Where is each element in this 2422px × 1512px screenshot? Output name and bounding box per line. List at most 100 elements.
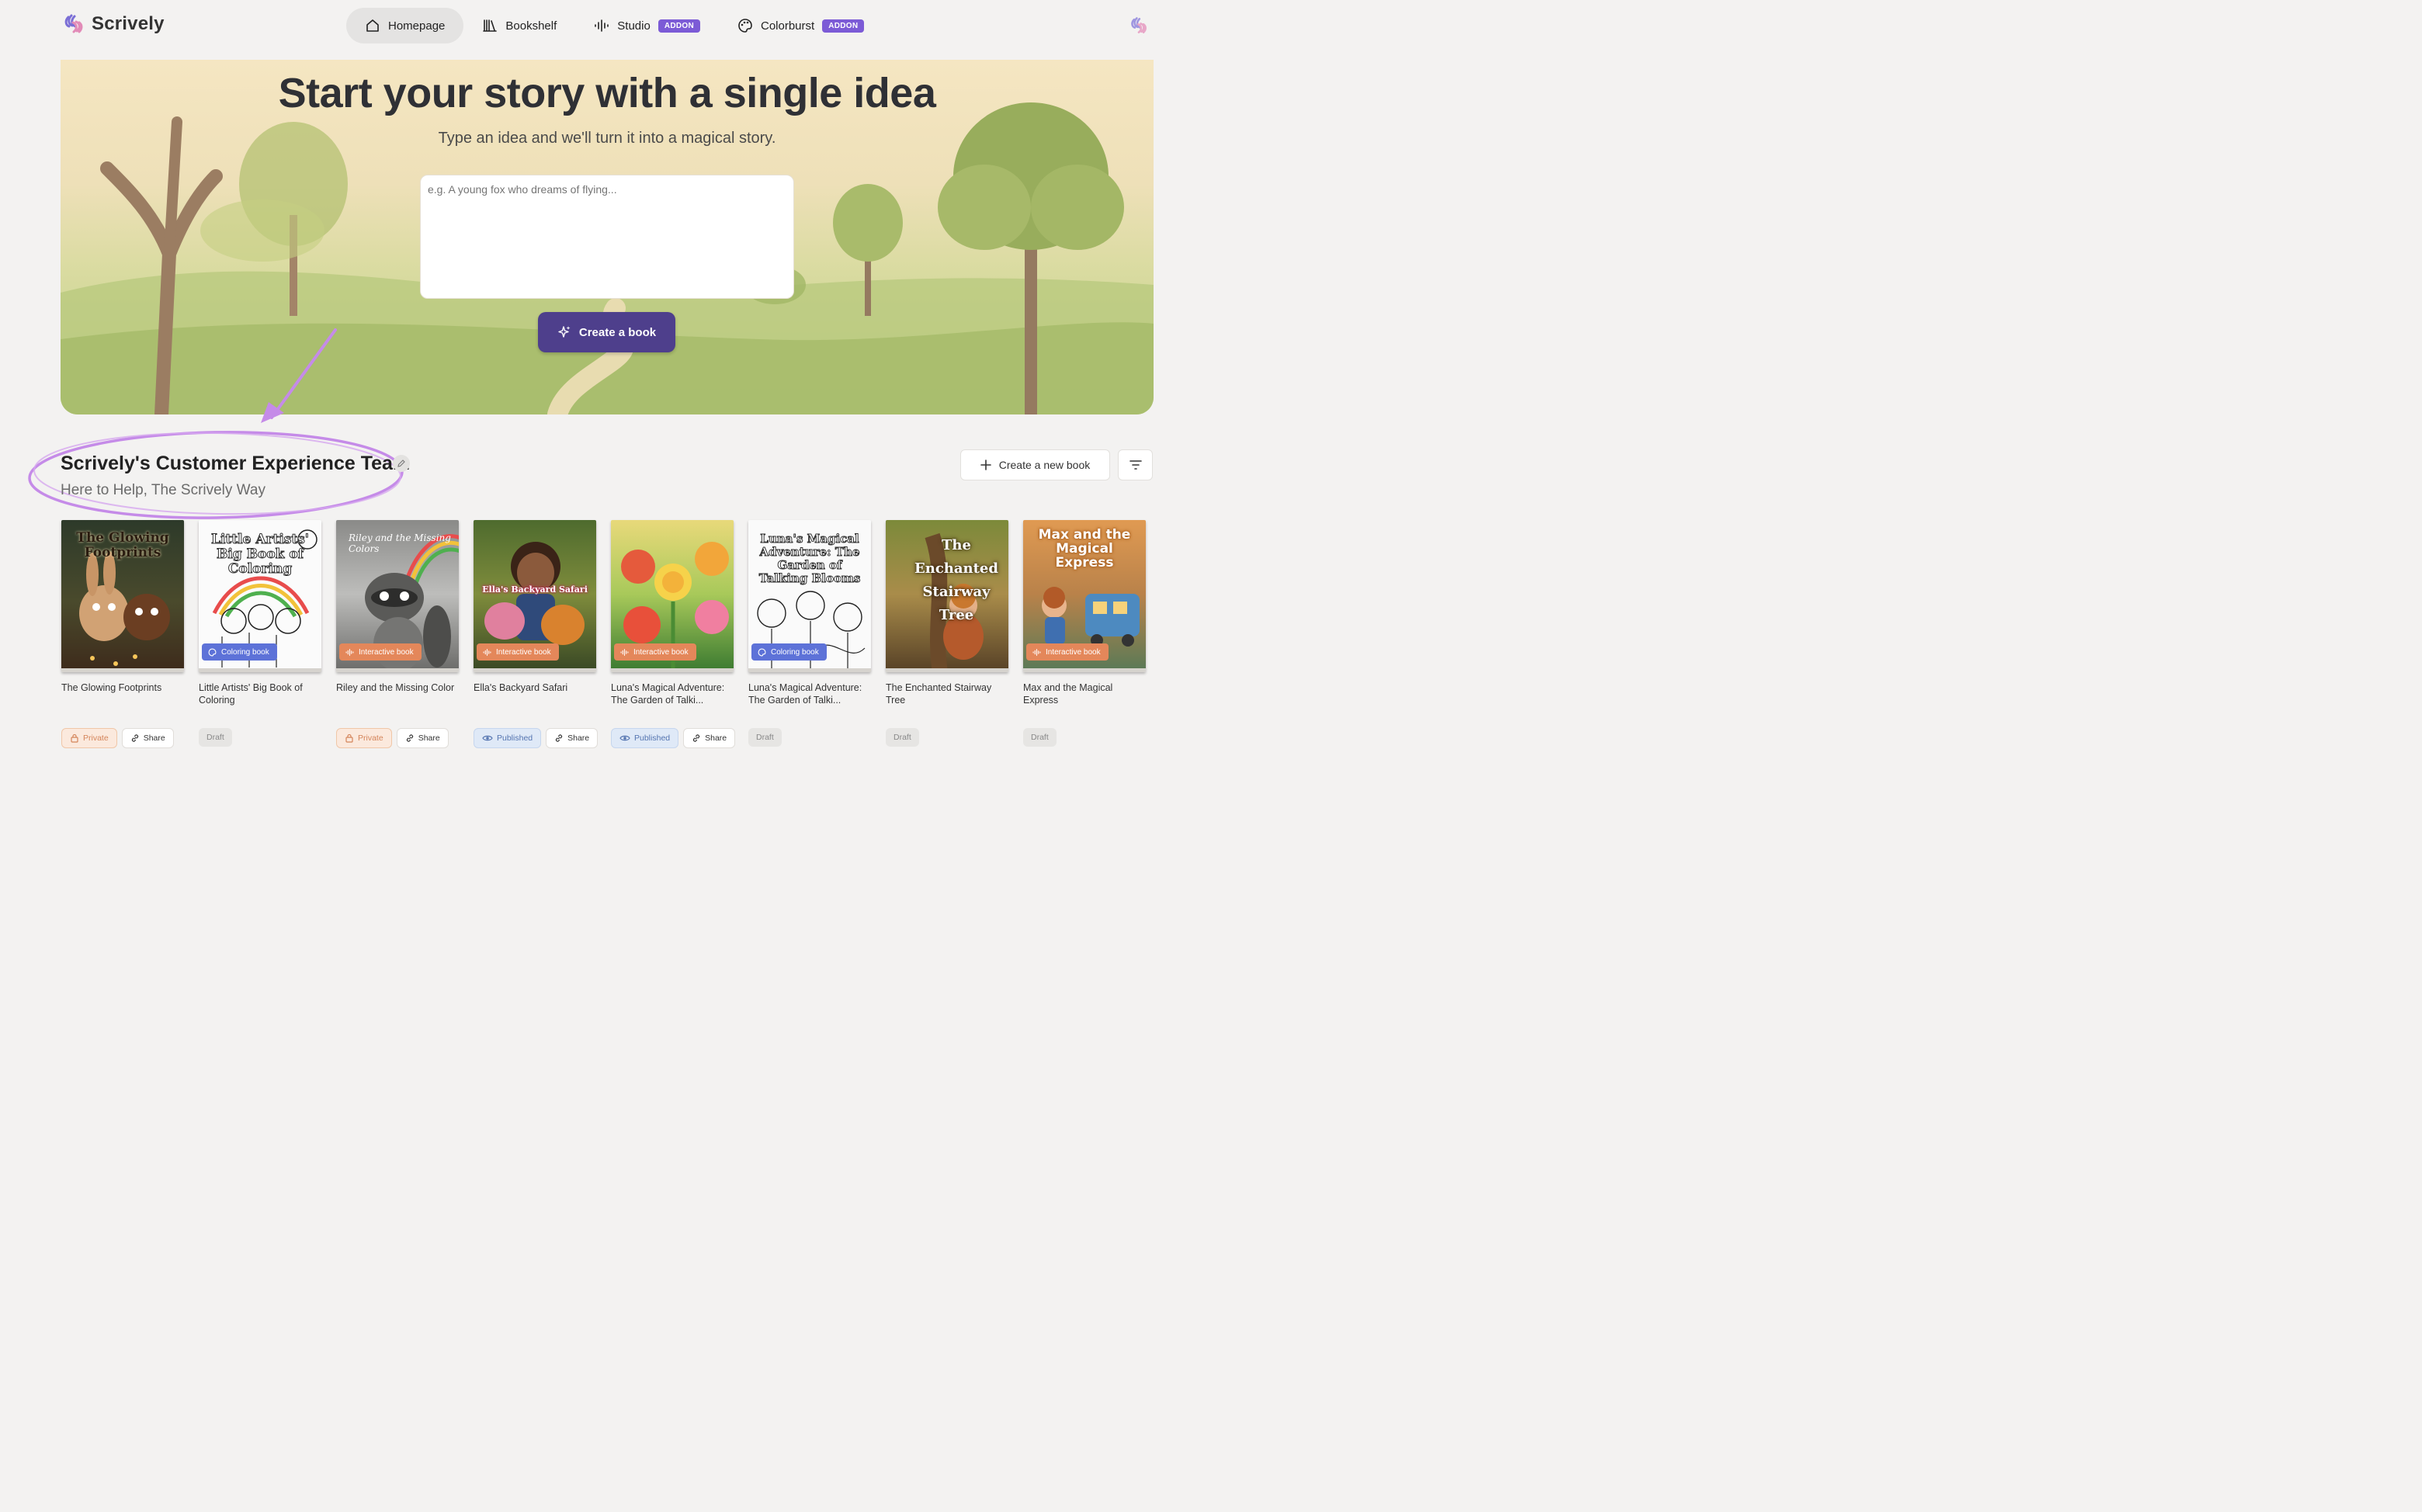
- share-label: Share: [418, 733, 440, 743]
- lock-icon: [71, 733, 78, 743]
- status-label: Draft: [894, 733, 911, 742]
- story-idea-input[interactable]: [420, 175, 794, 299]
- cover-title: Ella's Backyard Safari: [482, 584, 588, 595]
- nav-studio[interactable]: Studio ADDON: [575, 8, 719, 43]
- status-label: Private: [83, 733, 109, 743]
- link-icon: [406, 734, 413, 742]
- palette-icon: [208, 648, 217, 656]
- palette-icon: [758, 648, 766, 656]
- addon-badge: ADDON: [658, 19, 700, 33]
- link-icon: [131, 734, 138, 742]
- share-button[interactable]: Share: [546, 728, 599, 748]
- private-status-badge[interactable]: Private: [336, 728, 392, 748]
- lock-icon: [345, 733, 353, 743]
- filter-icon: [1129, 460, 1142, 470]
- interactive-book-badge: Interactive book: [339, 643, 422, 661]
- book-card[interactable]: The Enchanted Stairway Tree The Enchante…: [886, 520, 1010, 747]
- addon-badge: ADDON: [822, 19, 865, 33]
- draft-status-badge: Draft: [886, 728, 919, 747]
- coloring-book-badge: Coloring book: [751, 643, 827, 661]
- book-title: Max and the Magical Express: [1023, 682, 1113, 706]
- books-icon: [483, 19, 498, 32]
- book-cover[interactable]: Little Artists' Big Book of Coloring Col…: [199, 520, 321, 672]
- book-title: Luna's Magical Adventure: The Garden of …: [611, 682, 725, 706]
- create-book-label: Create a book: [578, 325, 657, 339]
- share-label: Share: [705, 733, 727, 743]
- book-actions: Draft: [748, 728, 873, 747]
- eye-icon: [482, 735, 493, 741]
- nav-homepage[interactable]: Homepage: [346, 8, 464, 43]
- nav-colorburst[interactable]: Colorburst ADDON: [719, 8, 883, 43]
- nav-label: Homepage: [388, 19, 446, 33]
- book-title: Riley and the Missing Color: [336, 682, 455, 693]
- book-actions: Published Share: [611, 728, 736, 748]
- coloring-book-badge: Coloring book: [202, 643, 277, 661]
- scrively-logo-icon: [64, 14, 83, 33]
- draft-status-badge: Draft: [1023, 728, 1057, 747]
- book-title: Luna's Magical Adventure: The Garden of …: [748, 682, 862, 706]
- share-button[interactable]: Share: [396, 728, 449, 748]
- book-cover[interactable]: Ella's Backyard Safari Interactive book: [474, 520, 596, 672]
- account-menu-button[interactable]: [1129, 16, 1149, 40]
- cover-title: The Glowing Footprints: [76, 530, 169, 560]
- audio-wave-icon: [620, 648, 629, 656]
- book-card[interactable]: Luna's Magical Adventure: The Garden of …: [748, 520, 873, 747]
- team-subtitle: Here to Help, The Scrively Way: [61, 482, 265, 498]
- private-status-badge[interactable]: Private: [61, 728, 117, 748]
- draft-status-badge: Draft: [748, 728, 782, 747]
- create-new-book-button[interactable]: Create a new book: [960, 449, 1110, 480]
- status-label: Published: [634, 733, 671, 743]
- book-actions: Draft: [886, 728, 1010, 747]
- status-label: Draft: [206, 733, 224, 742]
- interactive-book-badge: Interactive book: [614, 643, 696, 661]
- edit-team-button[interactable]: [393, 455, 410, 472]
- nav-label: Bookshelf: [505, 19, 557, 33]
- book-cover[interactable]: The Enchanted Stairway Tree: [886, 520, 1008, 672]
- book-card[interactable]: Max and the Magical Express Interactive …: [1023, 520, 1147, 747]
- hero-banner: Start your story with a single idea Type…: [61, 60, 1154, 414]
- book-type-label: Interactive book: [496, 647, 551, 657]
- link-icon: [555, 734, 563, 742]
- cover-title: Max and the Magical Express: [1038, 527, 1131, 570]
- book-actions: Private Share: [61, 728, 186, 748]
- share-button[interactable]: Share: [121, 728, 174, 748]
- book-card[interactable]: Ella's Backyard Safari Interactive book …: [474, 520, 599, 748]
- brand-logo[interactable]: Scrively: [62, 12, 165, 36]
- main-nav: Homepage Bookshelf Studio ADDON Colorbur…: [346, 8, 883, 43]
- cover-title: Riley and the Missing Colors: [349, 532, 451, 554]
- share-button[interactable]: Share: [683, 728, 736, 748]
- published-status-badge[interactable]: Published: [611, 728, 679, 748]
- top-nav: Scrively Homepage Bookshelf Studio ADDON…: [0, 0, 1217, 53]
- create-book-button[interactable]: Create a book: [538, 312, 675, 352]
- create-new-book-label: Create a new book: [998, 459, 1091, 471]
- book-actions: Published Share: [474, 728, 599, 748]
- filter-button[interactable]: [1118, 449, 1153, 480]
- book-card[interactable]: The Glowing Footprints The Glowing Footp…: [61, 520, 186, 748]
- audio-wave-icon: [345, 648, 354, 656]
- cover-title: Luna's Magical Adventure: The Garden of …: [758, 532, 861, 585]
- book-cover[interactable]: Riley and the Missing Colors Interactive…: [336, 520, 459, 672]
- eye-icon: [619, 735, 630, 741]
- book-cover[interactable]: Luna's Magical Adventure: The Garden of …: [748, 520, 871, 672]
- published-status-badge[interactable]: Published: [474, 728, 542, 748]
- cover-title: The Enchanted Stairway Tree: [914, 537, 998, 623]
- home-icon: [366, 19, 379, 32]
- share-label: Share: [567, 733, 590, 743]
- book-title: The Enchanted Stairway Tree: [886, 682, 992, 706]
- status-label: Private: [358, 733, 383, 743]
- book-cover[interactable]: Interactive book: [611, 520, 734, 672]
- book-cover[interactable]: The Glowing Footprints: [61, 520, 184, 672]
- palette-icon: [738, 19, 752, 33]
- plus-icon: [980, 459, 991, 470]
- book-cover[interactable]: Max and the Magical Express Interactive …: [1023, 520, 1146, 672]
- book-card[interactable]: Little Artists' Big Book of Coloring Col…: [199, 520, 323, 747]
- status-label: Draft: [756, 733, 774, 742]
- link-icon: [692, 734, 700, 742]
- status-label: Draft: [1031, 733, 1049, 742]
- book-card[interactable]: Interactive book Luna's Magical Adventur…: [611, 520, 736, 748]
- status-label: Published: [497, 733, 533, 743]
- book-card[interactable]: Riley and the Missing Colors Interactive…: [336, 520, 460, 748]
- book-type-label: Interactive book: [359, 647, 414, 657]
- nav-bookshelf[interactable]: Bookshelf: [463, 8, 575, 43]
- hero-subtitle: Type an idea and we'll turn it into a ma…: [438, 130, 776, 147]
